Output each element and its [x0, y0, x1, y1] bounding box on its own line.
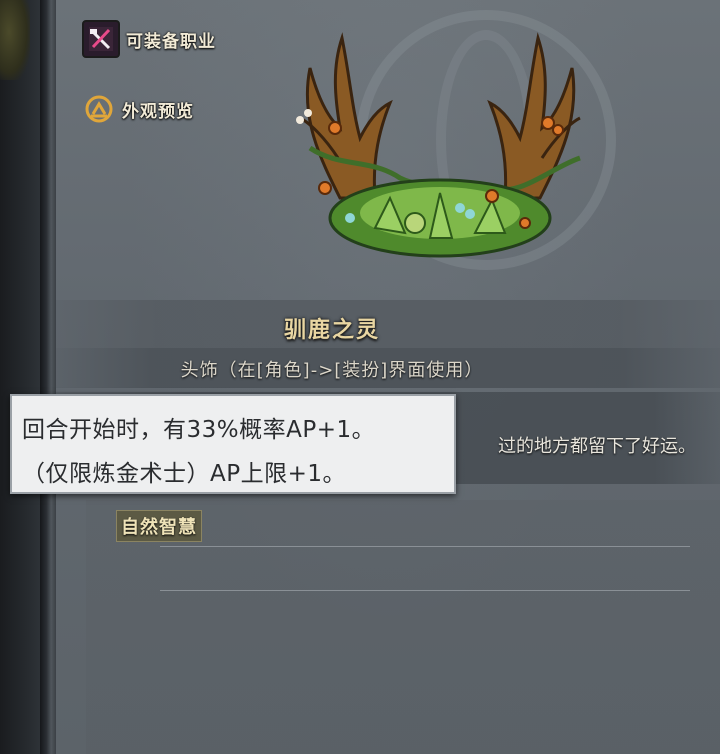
equip-class-label: 可装备职业: [126, 31, 216, 52]
equip-class-button[interactable]: 可装备职业: [82, 20, 216, 58]
item-name: 驯鹿之灵: [283, 318, 380, 343]
appearance-preview-label: 外观预览: [122, 101, 194, 122]
crossed-tools-icon: [82, 20, 120, 58]
divider: [160, 590, 690, 591]
attribute-tag[interactable]: 自然智慧: [116, 510, 202, 542]
divider: [160, 546, 690, 547]
antler-crown-image: [296, 32, 581, 258]
foliage-decoration: [0, 0, 30, 80]
flavor-text: 过的地方都留下了好运。: [498, 436, 696, 457]
tooltip-line-1: 回合开始时，有33%概率AP+1。: [22, 417, 376, 443]
tag-tooltip: 回合开始时，有33%概率AP+1。 （仅限炼金术士）AP上限+1。: [10, 394, 456, 494]
hanger-icon: [82, 92, 116, 126]
appearance-preview-button[interactable]: 外观预览: [82, 92, 194, 126]
item-type: 头饰（在[角色]->[装扮]界面使用）: [180, 360, 484, 381]
tooltip-line-2: （仅限炼金术士）AP上限+1。: [22, 461, 347, 487]
